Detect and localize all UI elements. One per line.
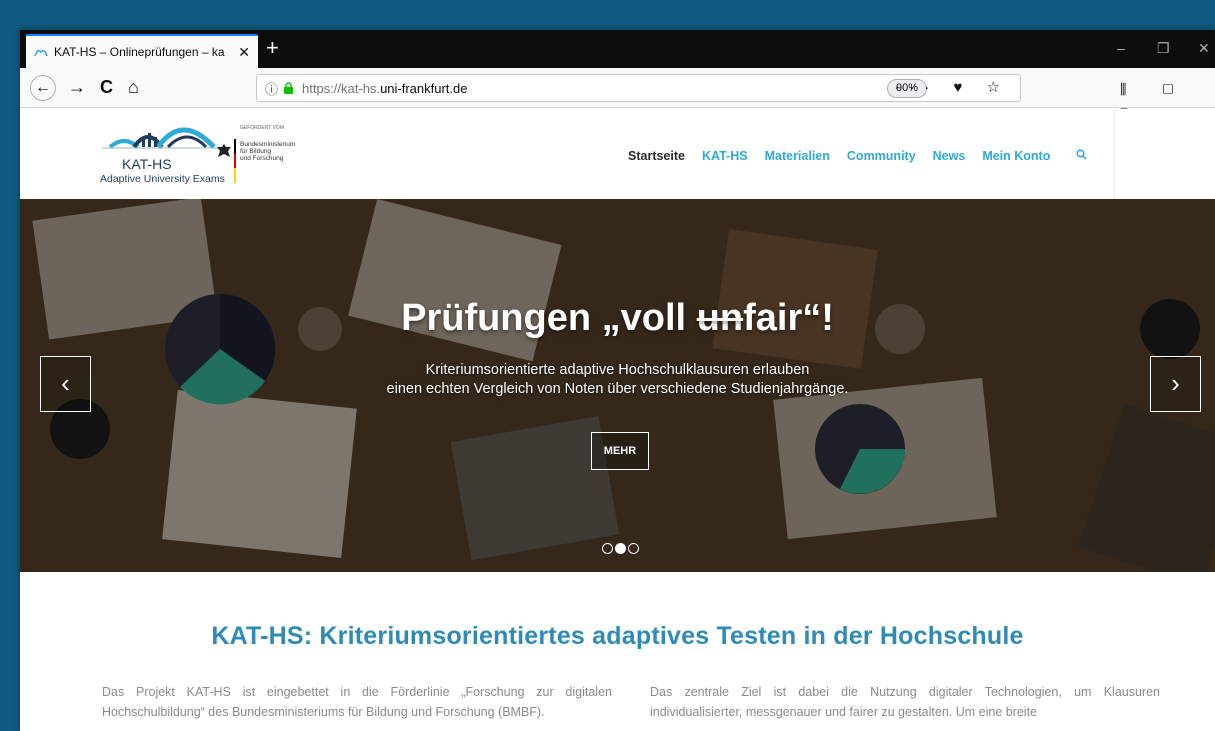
- hero-title-strike: un: [696, 297, 744, 339]
- nav-item-news[interactable]: News: [933, 149, 966, 163]
- lock-icon: [284, 82, 294, 94]
- search-icon[interactable]: [1076, 149, 1087, 160]
- slider-dot[interactable]: [628, 543, 639, 554]
- bmbf-logo-text: Bundesministerium für Bildung und Forsch…: [240, 141, 295, 162]
- intro-section: KAT-HS: Kriteriumsorientiertes adaptives…: [20, 572, 1215, 731]
- page-actions-icons[interactable]: ··· ♥ ☆: [894, 78, 1010, 96]
- slider-dot[interactable]: [602, 543, 613, 554]
- nav-item-startseite[interactable]: Startseite: [628, 149, 685, 163]
- intro-text-right: Das zentrale Ziel ist dabei die Nutzung …: [650, 685, 1160, 719]
- slider-next-button[interactable]: ›: [1150, 356, 1201, 412]
- forward-button[interactable]: →: [68, 76, 86, 98]
- bmbf-line: und Forschung: [240, 155, 284, 162]
- close-window-button[interactable]: ✕: [1198, 40, 1210, 57]
- flag-stripe: [234, 139, 236, 183]
- hero-subtitle-line: Kriteriumsorientierte adaptive Hochschul…: [425, 362, 810, 378]
- site-favicon-icon: [34, 49, 48, 57]
- nav-item-community[interactable]: Community: [847, 149, 916, 163]
- more-button[interactable]: MEHR: [591, 432, 649, 470]
- home-button[interactable]: ⌂: [128, 76, 139, 98]
- logo-title: KAT-HS: [122, 156, 172, 172]
- bmbf-line: Bundesministerium: [240, 141, 296, 148]
- logo-subtitle: Adaptive University Exams: [100, 173, 225, 185]
- url-domain: uni-frankfurt.de: [380, 80, 468, 96]
- info-icon[interactable]: ⓘ: [265, 79, 278, 98]
- hero-title-start: Prüfungen „voll: [401, 297, 697, 339]
- bmbf-line: für Bildung: [240, 148, 272, 155]
- federal-eagle-icon: [217, 144, 231, 157]
- new-tab-button[interactable]: +: [266, 36, 279, 60]
- intro-text-left: Das Projekt KAT-HS ist eingebettet in di…: [102, 685, 612, 719]
- browser-tab[interactable]: KAT-HS – Onlineprüfungen – ka ✕: [26, 34, 258, 68]
- hero-subtitle: Kriteriumsorientierte adaptive Hochschul…: [20, 361, 1215, 399]
- slider-dot-active[interactable]: [615, 543, 626, 554]
- funded-by-label: GEFÖRDERT VOM: [240, 125, 284, 131]
- nav-item-materialien[interactable]: Materialien: [765, 149, 830, 163]
- hero-subtitle-line: einen echten Vergleich von Noten über ve…: [386, 381, 849, 397]
- url-prefix: https://kat-hs.: [302, 80, 381, 96]
- reload-button[interactable]: C: [100, 76, 113, 98]
- tab-strip: KAT-HS – Onlineprüfungen – ka ✕ + – ❐ ✕: [20, 30, 1215, 68]
- hero-title-end: fair“!: [743, 297, 834, 339]
- browser-window: KAT-HS – Onlineprüfungen – ka ✕ + – ❐ ✕ …: [20, 30, 1215, 731]
- minimize-button[interactable]: –: [1117, 40, 1125, 56]
- slider-dots: [602, 543, 639, 554]
- hero-title: Prüfungen „voll unfair“!: [20, 297, 1215, 340]
- url-bar[interactable]: ⓘ https://kat-hs.uni-frankfurt.de 90% ··…: [256, 74, 1021, 102]
- hero-slider: Prüfungen „voll unfair“! Kriteriumsorien…: [20, 199, 1215, 572]
- tab-close-icon[interactable]: ✕: [238, 44, 250, 61]
- tab-title: KAT-HS – Onlineprüfungen – ka: [54, 45, 225, 59]
- maximize-button[interactable]: ❐: [1157, 40, 1170, 57]
- section-title: KAT-HS: Kriteriumsorientiertes adaptives…: [211, 622, 1024, 650]
- main-navigation: Startseite KAT-HS Materialien Community …: [628, 149, 1050, 163]
- slider-prev-button[interactable]: ‹: [40, 356, 91, 412]
- header-divider: [1114, 109, 1115, 199]
- site-header: KAT-HS Adaptive University Exams GEFÖRDE…: [20, 109, 1215, 199]
- back-button[interactable]: ←: [30, 75, 56, 101]
- nav-item-kat-hs[interactable]: KAT-HS: [702, 149, 748, 163]
- url-text: https://kat-hs.uni-frankfurt.de: [302, 81, 467, 96]
- nav-item-mein-konto[interactable]: Mein Konto: [982, 149, 1050, 163]
- navigation-toolbar: ← → C ⌂ ⓘ https://kat-hs.uni-frankfurt.d…: [20, 68, 1215, 119]
